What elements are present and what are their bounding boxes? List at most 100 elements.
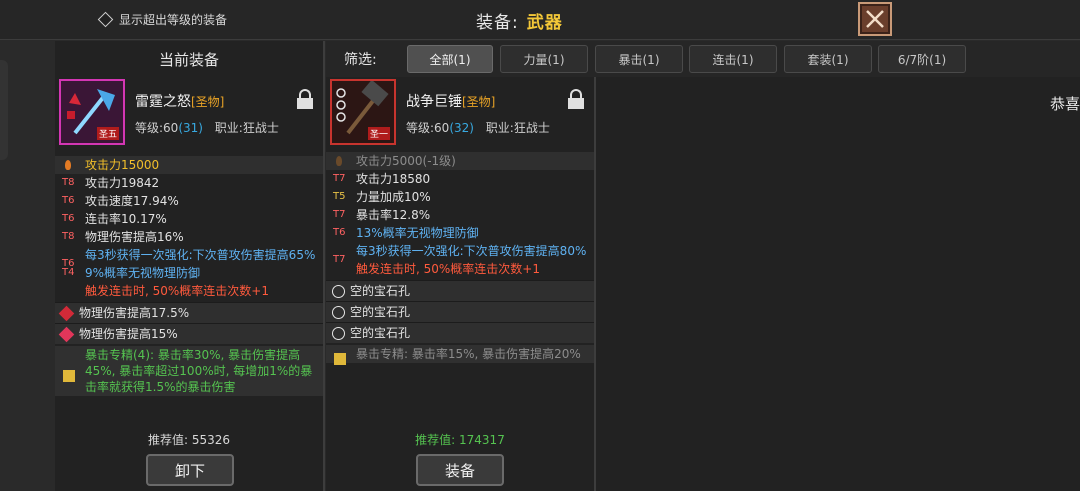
- stat-text: 连击率10.17%: [85, 212, 167, 226]
- item-level: 等级:60: [135, 121, 179, 135]
- flame-icon: [65, 160, 71, 170]
- empty-socket[interactable]: 空的宝石孔: [326, 280, 594, 301]
- set-bonus: 暴击专精: 暴击率15%, 暴击伤害提高20%: [326, 345, 594, 365]
- empty-socket-icon: [332, 285, 345, 298]
- item-class: 职业:狂战士: [485, 121, 550, 135]
- side-handle[interactable]: [0, 60, 8, 160]
- empty-socket[interactable]: 空的宝石孔: [326, 322, 594, 343]
- filter-label: 筛选:: [344, 52, 377, 68]
- item-icon-axe[interactable]: 圣五: [59, 79, 125, 145]
- filter-tab-strength[interactable]: 力量(1): [500, 45, 588, 73]
- item-name: 雷霆之怒[圣物]: [135, 91, 224, 111]
- stat-text: 物理伤害提高16%: [85, 230, 184, 244]
- title-label: 装备:: [476, 13, 519, 33]
- stat-text: 力量加成10%: [356, 190, 431, 204]
- stat-row: T4 9%概率无视物理防御: [55, 264, 323, 282]
- stat-tier: T7: [333, 209, 346, 220]
- stat-row: T8 物理伤害提高16%: [55, 228, 323, 246]
- special-effect: 触发连击时, 50%概率连击次数+1: [55, 282, 323, 300]
- item-level-extra: (31): [178, 121, 203, 135]
- item-icon-hammer[interactable]: 圣一: [330, 79, 396, 145]
- stat-text: 9%概率无视物理防御: [85, 266, 201, 280]
- stat-tier: T8: [62, 177, 75, 188]
- scroll-icon: [63, 370, 75, 382]
- flame-icon: [336, 156, 342, 166]
- gem-slot[interactable]: 物理伤害提高15%: [55, 323, 323, 344]
- item-name-text: 雷霆之怒: [135, 94, 191, 110]
- stat-row: T7 每3秒获得一次强化:下次普攻伤害提高80%: [326, 242, 594, 265]
- stat-row: T6 13%概率无视物理防御: [326, 224, 594, 242]
- stat-row: T6 连击率10.17%: [55, 210, 323, 228]
- recommend-value: 推荐值: 174317: [415, 433, 505, 447]
- lock-icon[interactable]: [568, 89, 584, 109]
- stat-text: 暴击率12.8%: [356, 208, 431, 222]
- stat-tier: T7: [333, 173, 346, 184]
- stat-tier: T4: [62, 267, 75, 278]
- panel-divider: [323, 41, 325, 491]
- right-panel: 恭喜: [596, 77, 1080, 491]
- stat-row: T7 攻击力18580: [326, 170, 594, 188]
- top-bar: 显示超出等级的装备 装备: 武器: [0, 0, 1080, 40]
- title-value: 武器: [526, 13, 563, 33]
- gem-slot[interactable]: 物理伤害提高17.5%: [55, 302, 323, 323]
- item-level: 等级:60: [406, 121, 450, 135]
- socket-text: 空的宝石孔: [350, 326, 411, 340]
- item-tier-tag: 圣一: [367, 127, 390, 140]
- stat-tier: T6: [62, 195, 75, 206]
- stat-text: 攻击力18580: [356, 172, 431, 186]
- lock-icon[interactable]: [297, 89, 313, 109]
- gem-text: 物理伤害提高17.5%: [79, 306, 190, 320]
- stat-text: 攻击力19842: [85, 176, 160, 190]
- filter-bar: 筛选: 全部(1) 力量(1) 暴击(1) 连击(1) 套装(1) 6/7阶(1…: [326, 41, 1080, 77]
- scroll-icon: [334, 353, 346, 365]
- stat-row: T6 攻击速度17.94%: [55, 192, 323, 210]
- item-class: 职业:狂战士: [214, 121, 279, 135]
- item-quality: [圣物]: [462, 95, 496, 109]
- socket-text: 空的宝石孔: [350, 284, 411, 298]
- filter-tab-set[interactable]: 套装(1): [784, 45, 872, 73]
- checkbox-diamond-icon[interactable]: [97, 11, 114, 28]
- current-equipment-header: 当前装备: [158, 50, 219, 69]
- stat-row: T7 暴击率12.8%: [326, 206, 594, 224]
- filter-tab-tier[interactable]: 6/7阶(1): [878, 45, 966, 73]
- special-effect: 触发连击时, 50%概率连击次数+1: [326, 260, 594, 278]
- close-icon: [866, 10, 884, 28]
- base-stat: 攻击力5000(-1级): [326, 152, 594, 170]
- close-button[interactable]: [858, 2, 892, 36]
- stat-text: 13%概率无视物理防御: [356, 226, 479, 240]
- stat-row: T8 攻击力19842: [55, 174, 323, 192]
- stat-list: T7 攻击力18580 T5 力量加成10% T7 暴击率12.8% T6 13%概率无…: [326, 170, 594, 278]
- filter-tab-all[interactable]: 全部(1): [407, 45, 493, 73]
- recommend-value: 推荐值: 55326: [147, 433, 231, 447]
- base-stat-text: 攻击力15000: [85, 158, 160, 172]
- gem-text: 物理伤害提高15%: [79, 327, 178, 341]
- show-overlevel-checkbox[interactable]: 显示超出等级的装备: [97, 11, 228, 28]
- stat-tier: T8: [62, 231, 75, 242]
- show-overlevel-label: 显示超出等级的装备: [119, 13, 228, 27]
- current-item-header: 圣五 雷霆之怒[圣物] 等级:60(31) 职业:狂战士: [55, 77, 323, 147]
- item-name-text: 战争巨锤: [406, 94, 462, 110]
- item-tier-tag: 圣五: [96, 127, 119, 140]
- unequip-button[interactable]: 卸下: [146, 454, 234, 486]
- equip-button[interactable]: 装备: [416, 454, 504, 486]
- stat-list: T8 攻击力19842 T6 攻击速度17.94% T6 连击率10.17% T8 物理…: [55, 174, 323, 300]
- empty-socket-icon: [332, 306, 345, 319]
- empty-socket[interactable]: 空的宝石孔: [326, 301, 594, 322]
- filter-tab-combo[interactable]: 连击(1): [689, 45, 777, 73]
- item-level-extra: (32): [449, 121, 474, 135]
- current-equipment-panel: 当前装备 圣五 雷霆之怒[圣物] 等级:60(31) 职业:狂战士 攻击力150…: [55, 41, 323, 491]
- ruby-gem-icon: [58, 326, 75, 343]
- filter-tab-crit[interactable]: 暴击(1): [595, 45, 683, 73]
- page-title: 装备: 武器: [476, 8, 563, 33]
- special-text: 触发连击时, 50%概率连击次数+1: [356, 262, 540, 276]
- stat-tier: T6: [333, 227, 346, 238]
- item-level-class: 等级:60(32) 职业:狂战士: [406, 119, 550, 136]
- candidate-item-header: 圣一 战争巨锤[圣物] 等级:60(32) 职业:狂战士: [326, 77, 594, 147]
- item-name: 战争巨锤[圣物]: [406, 91, 495, 111]
- item-level-class: 等级:60(31) 职业:狂战士: [135, 119, 279, 136]
- item-quality: [圣物]: [191, 95, 225, 109]
- candidate-item-panel[interactable]: 圣一 战争巨锤[圣物] 等级:60(32) 职业:狂战士 攻击力5000(-1级…: [326, 77, 594, 491]
- special-text: 触发连击时, 50%概率连击次数+1: [85, 284, 269, 298]
- stat-text: 攻击速度17.94%: [85, 194, 179, 208]
- socket-text: 空的宝石孔: [350, 305, 411, 319]
